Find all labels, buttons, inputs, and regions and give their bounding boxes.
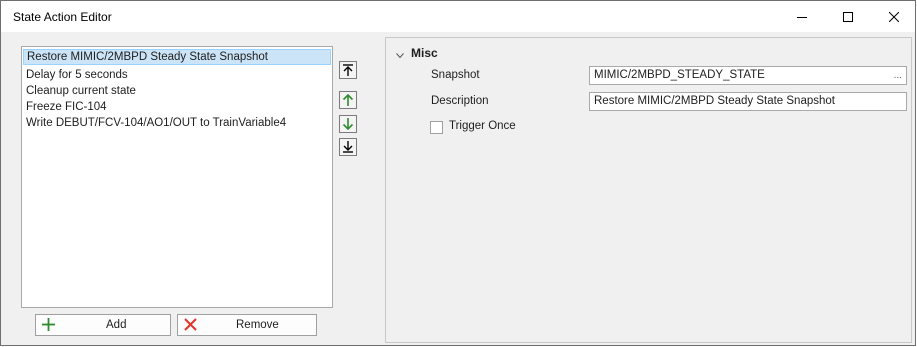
description-label: Description	[431, 95, 489, 107]
move-to-bottom-button[interactable]	[339, 138, 357, 156]
add-button[interactable]: Add	[35, 314, 171, 336]
move-down-icon	[342, 118, 354, 130]
snapshot-browse-button[interactable]: ...	[894, 67, 902, 84]
remove-button[interactable]: Remove	[177, 314, 317, 336]
maximize-icon	[843, 11, 853, 22]
property-grid: Misc Snapshot MIMIC/2MBPD_STEADY_STATE .…	[385, 37, 912, 343]
minimize-icon	[797, 16, 807, 18]
move-up-icon	[342, 94, 354, 106]
add-button-label: Add	[106, 319, 127, 331]
description-field[interactable]: Restore MIMIC/2MBPD Steady State Snapsho…	[589, 92, 907, 111]
actions-panel: Restore MIMIC/2MBPD Steady State Snapsho…	[9, 37, 371, 343]
snapshot-value: MIMIC/2MBPD_STEADY_STATE	[594, 69, 765, 81]
move-down-button[interactable]	[339, 115, 357, 133]
list-item[interactable]: Cleanup current state	[23, 83, 331, 99]
window-title: State Action Editor	[13, 10, 112, 24]
state-action-editor-window: State Action Editor Restore MIMIC/2MBPD …	[0, 0, 916, 346]
trigger-once-label[interactable]: Trigger Once	[449, 120, 516, 132]
remove-button-label: Remove	[236, 319, 279, 331]
category-misc[interactable]: Misc	[411, 46, 438, 60]
move-to-top-icon	[343, 64, 353, 76]
close-icon	[889, 11, 899, 22]
list-item[interactable]: Write DEBUT/FCV-104/AO1/OUT to TrainVari…	[23, 115, 331, 131]
move-to-top-button[interactable]	[339, 61, 357, 79]
chevron-down-icon[interactable]	[396, 48, 404, 62]
list-item[interactable]: Restore MIMIC/2MBPD Steady State Snapsho…	[23, 49, 331, 65]
title-bar[interactable]: State Action Editor	[1, 1, 915, 32]
minimize-button[interactable]	[779, 1, 825, 32]
x-icon	[184, 318, 197, 334]
move-up-button[interactable]	[339, 91, 357, 109]
plus-icon	[42, 318, 55, 334]
snapshot-label: Snapshot	[431, 69, 480, 81]
trigger-once-checkbox[interactable]	[430, 121, 443, 134]
description-value: Restore MIMIC/2MBPD Steady State Snapsho…	[594, 95, 835, 107]
list-item[interactable]: Freeze FIC-104	[23, 99, 331, 115]
list-item[interactable]: Delay for 5 seconds	[23, 67, 331, 83]
actions-list[interactable]: Restore MIMIC/2MBPD Steady State Snapsho…	[21, 46, 333, 308]
snapshot-field[interactable]: MIMIC/2MBPD_STEADY_STATE ...	[589, 66, 907, 85]
close-button[interactable]	[871, 1, 917, 32]
maximize-button[interactable]	[825, 1, 871, 32]
move-to-bottom-icon	[343, 141, 353, 153]
